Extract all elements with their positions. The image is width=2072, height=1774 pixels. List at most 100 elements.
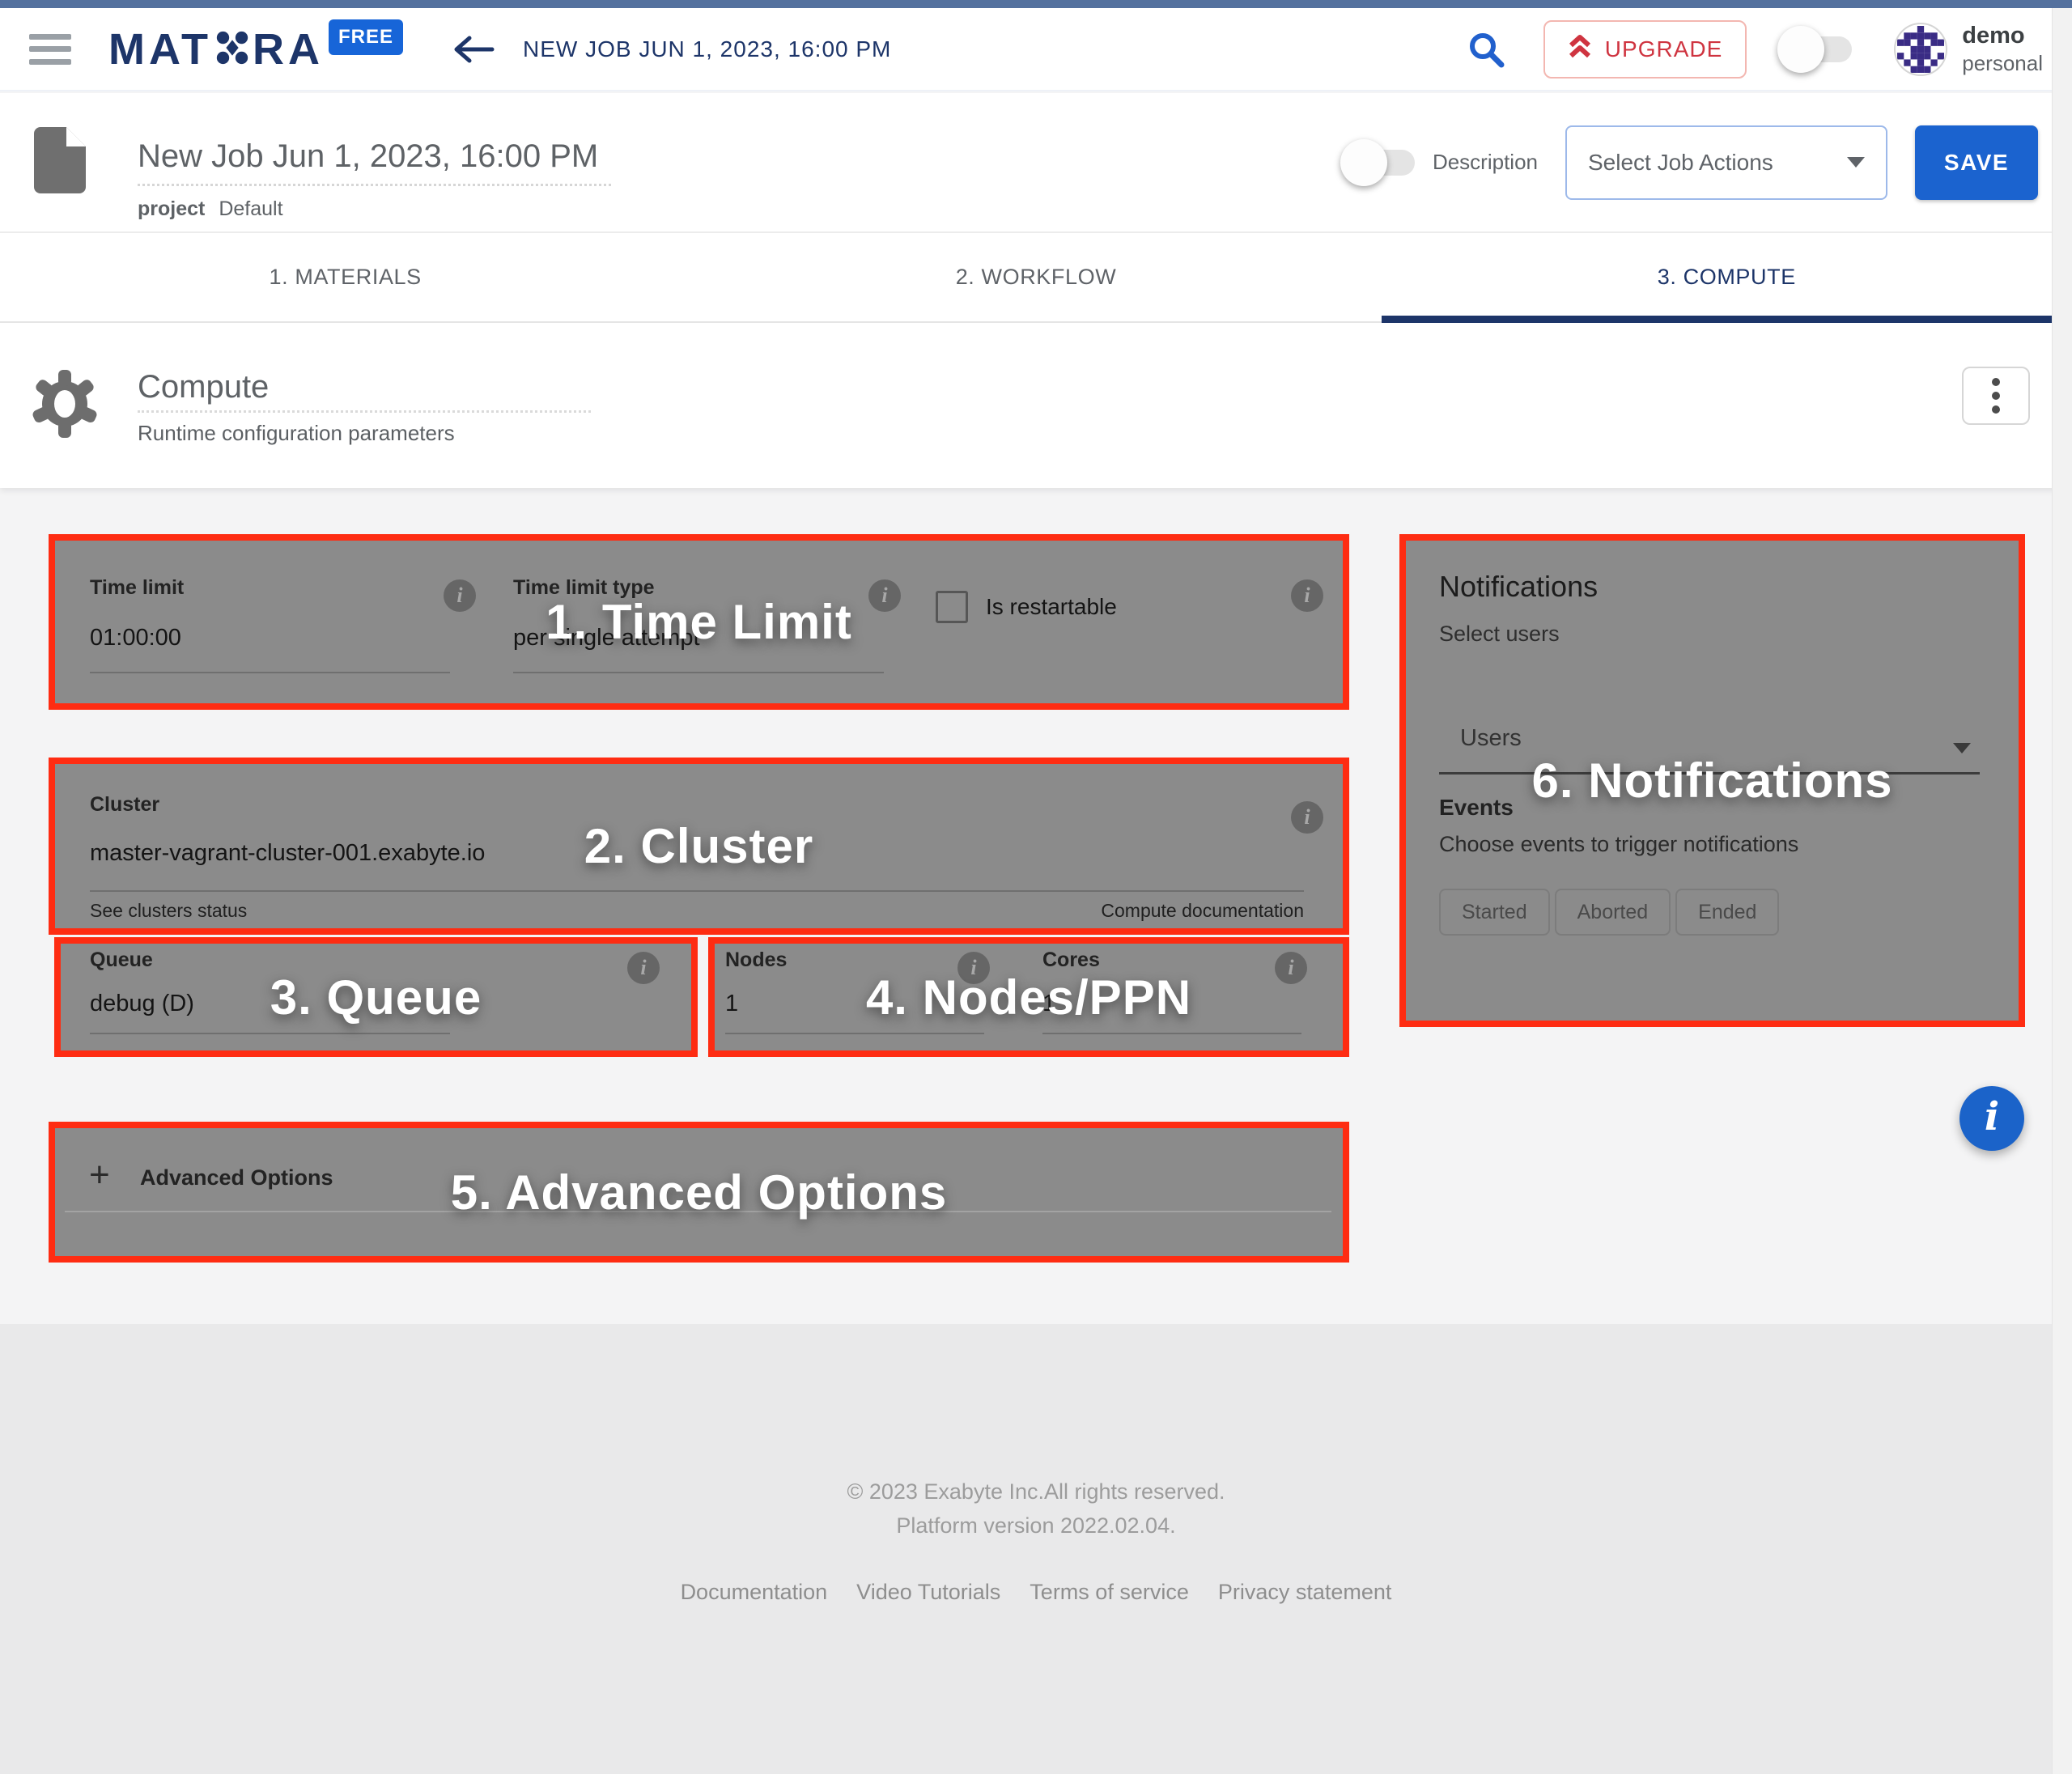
annotation-time-limit: 1. Time Limit xyxy=(546,594,852,650)
annotation-box-advanced-options: + Advanced Options 5. Advanced Options xyxy=(49,1122,1349,1263)
event-button-ended[interactable]: Ended xyxy=(1675,889,1779,936)
nodes-underline xyxy=(725,1033,984,1034)
annotation-box-queue: Queue i debug (D) 3. Queue xyxy=(54,937,698,1057)
logo-text: MAT RA xyxy=(108,24,324,74)
cores-info-icon[interactable]: i xyxy=(1275,952,1307,984)
job-project-row: project Default xyxy=(138,197,611,221)
queue-select[interactable]: debug (D) xyxy=(90,991,194,1017)
search-icon[interactable] xyxy=(1467,31,1505,68)
compute-subtitle: Runtime configuration parameters xyxy=(138,421,591,446)
save-button[interactable]: SAVE xyxy=(1915,125,2038,200)
annotation-queue: 3. Queue xyxy=(270,970,482,1025)
notifications-subtitle: Select users xyxy=(1439,622,1560,647)
cores-underline xyxy=(1042,1033,1301,1034)
compute-title-underline xyxy=(138,410,591,413)
page-title: NEW JOB JUN 1, 2023, 16:00 PM xyxy=(523,36,891,62)
queue-underline xyxy=(90,1033,450,1034)
queue-info-icon[interactable]: i xyxy=(627,952,660,984)
upgrade-button[interactable]: UPGRADE xyxy=(1543,20,1747,79)
job-header-controls: Description Select Job Actions SAVE xyxy=(1345,93,2038,231)
job-title[interactable]: New Job Jun 1, 2023, 16:00 PM xyxy=(138,138,611,174)
clusters-status-link[interactable]: See clusters status xyxy=(90,900,247,922)
active-tab-indicator xyxy=(1382,316,2072,323)
scrollbar-track[interactable] xyxy=(2052,8,2072,1774)
user-account: personal xyxy=(1962,50,2043,77)
logo-glyph-icon xyxy=(214,29,251,74)
time-limit-underline xyxy=(90,672,450,673)
events-hint: Choose events to trigger notifications xyxy=(1439,832,1798,857)
annotation-advanced-options: 5. Advanced Options xyxy=(451,1165,948,1220)
help-info-button[interactable]: i xyxy=(1959,1086,2024,1151)
event-button-started[interactable]: Started xyxy=(1439,889,1550,936)
is-restartable-label: Is restartable xyxy=(986,594,1117,620)
step-tabs: 1. MATERIALS 2. WORKFLOW 3. COMPUTE xyxy=(0,233,2072,323)
annotation-box-nodes-ppn: Nodes i 1 Cores i 1 4. Nodes/PPN xyxy=(708,937,1349,1057)
event-buttons-row: Started Aborted Ended xyxy=(1439,889,1779,936)
event-button-aborted[interactable]: Aborted xyxy=(1555,889,1671,936)
footer-zone xyxy=(0,1324,2072,1774)
annotation-nodes-ppn: 4. Nodes/PPN xyxy=(866,970,1191,1025)
footer-link-video-tutorials[interactable]: Video Tutorials xyxy=(856,1580,1000,1605)
time-limit-input[interactable]: 01:00:00 xyxy=(90,625,181,651)
double-chevron-up-icon xyxy=(1568,33,1592,65)
project-value: Default xyxy=(219,197,282,220)
users-select[interactable]: Users xyxy=(1460,725,1522,752)
user-block: demo personal xyxy=(1962,21,2043,77)
compute-section-header: Compute Runtime configuration parameters xyxy=(0,323,2072,488)
cluster-underline xyxy=(90,890,1304,892)
annotation-box-cluster: Cluster i master-vagrant-cluster-001.exa… xyxy=(49,758,1349,935)
hamburger-menu-icon[interactable] xyxy=(29,34,71,65)
time-limit-type-info-icon[interactable]: i xyxy=(868,579,901,612)
users-chevron-down-icon xyxy=(1953,743,1971,753)
footer-link-privacy[interactable]: Privacy statement xyxy=(1218,1580,1392,1605)
footer-links: Documentation Video Tutorials Terms of s… xyxy=(0,1580,2072,1605)
compute-title-block: Compute Runtime configuration parameters xyxy=(138,368,591,446)
page: MAT RA FREE NEW JOB JUN 1, xyxy=(0,0,2072,1774)
footer-version: Platform version 2022.02.04. xyxy=(0,1513,2072,1538)
avatar[interactable] xyxy=(1894,23,1947,76)
time-limit-info-icon[interactable]: i xyxy=(444,579,476,612)
job-header-bar: New Job Jun 1, 2023, 16:00 PM project De… xyxy=(0,93,2072,233)
tab-compute[interactable]: 3. COMPUTE xyxy=(1382,233,2072,321)
advanced-options-label[interactable]: Advanced Options xyxy=(140,1165,333,1190)
notifications-title: Notifications xyxy=(1439,570,1598,604)
document-icon xyxy=(34,127,86,197)
project-label: project xyxy=(138,197,205,220)
footer-link-terms[interactable]: Terms of service xyxy=(1030,1580,1189,1605)
annotation-box-notifications: Notifications Select users Users Events … xyxy=(1399,534,2025,1027)
job-title-block: New Job Jun 1, 2023, 16:00 PM project De… xyxy=(138,138,611,221)
annotation-cluster: 2. Cluster xyxy=(584,818,813,874)
nodes-label: Nodes xyxy=(725,949,787,972)
back-arrow-icon[interactable] xyxy=(452,33,495,66)
footer-copyright: © 2023 Exabyte Inc.All rights reserved. xyxy=(0,1479,2072,1505)
top-accent-strip xyxy=(0,0,2072,8)
chevron-down-icon xyxy=(1847,157,1865,168)
description-label: Description xyxy=(1433,150,1538,175)
compute-documentation-link[interactable]: Compute documentation xyxy=(1101,900,1304,922)
time-limit-type-underline xyxy=(513,672,884,673)
app-header: MAT RA FREE NEW JOB JUN 1, xyxy=(0,8,2072,91)
queue-label: Queue xyxy=(90,949,153,972)
cluster-select[interactable]: master-vagrant-cluster-001.exabyte.io xyxy=(90,840,485,867)
cluster-info-icon[interactable]: i xyxy=(1291,801,1323,834)
annotation-notifications: 6. Notifications xyxy=(1531,753,1892,808)
brand-logo[interactable]: MAT RA FREE xyxy=(108,24,403,74)
compute-title: Compute xyxy=(138,368,591,405)
is-restartable-checkbox[interactable] xyxy=(936,591,968,623)
expand-plus-icon[interactable]: + xyxy=(89,1157,110,1193)
is-restartable-info-icon[interactable]: i xyxy=(1291,579,1323,612)
time-limit-label: Time limit xyxy=(90,576,184,600)
cluster-label: Cluster xyxy=(90,793,159,817)
description-toggle[interactable] xyxy=(1345,150,1415,176)
kebab-menu-button[interactable] xyxy=(1962,367,2030,425)
job-title-underline xyxy=(138,184,611,186)
footer-link-documentation[interactable]: Documentation xyxy=(681,1580,828,1605)
job-actions-select[interactable]: Select Job Actions xyxy=(1565,125,1887,200)
events-label: Events xyxy=(1439,795,1514,821)
free-badge: FREE xyxy=(329,19,403,55)
nodes-input[interactable]: 1 xyxy=(725,991,738,1017)
tab-materials[interactable]: 1. MATERIALS xyxy=(0,233,690,321)
tab-workflow[interactable]: 2. WORKFLOW xyxy=(690,233,1381,321)
header-toggle[interactable] xyxy=(1782,36,1852,62)
annotation-box-time-limit: Time limit i 01:00:00 Time limit type i … xyxy=(49,534,1349,710)
